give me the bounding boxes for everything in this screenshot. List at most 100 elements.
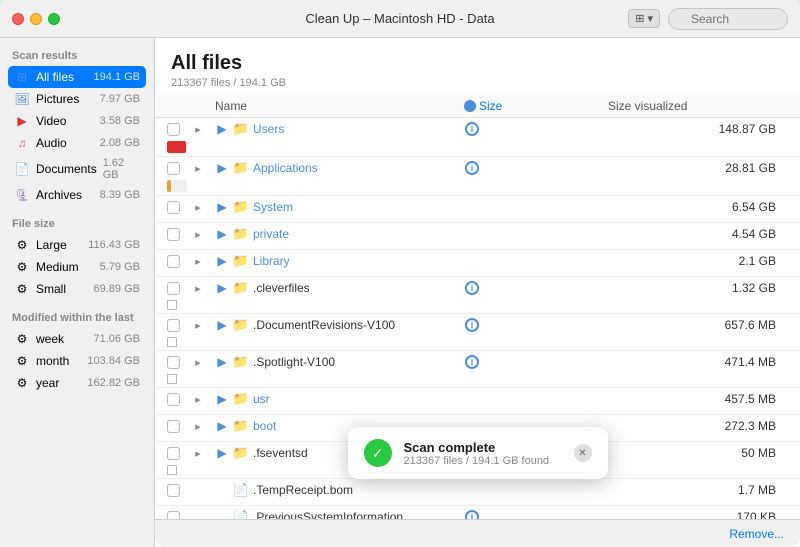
size-bar-empty: [167, 374, 177, 384]
table-row[interactable]: ▶ 📁 Library 2.1 GB: [155, 250, 800, 277]
grid-icon: ⊞: [635, 12, 644, 25]
expand-button[interactable]: [191, 318, 205, 332]
expand-button[interactable]: [191, 122, 205, 136]
sidebar-item-year[interactable]: ⚙ year 162.82 GB: [8, 372, 146, 394]
row-checkbox[interactable]: [167, 162, 180, 175]
traffic-lights: [12, 13, 60, 25]
header-size-col[interactable]: Size: [464, 99, 604, 113]
table-row[interactable]: ▶ 📁 private 4.54 GB: [155, 223, 800, 250]
maximize-button[interactable]: [48, 13, 60, 25]
sidebar-item-archives[interactable]: 🗜 Archives 8.39 GB: [8, 184, 146, 206]
toast-close-button[interactable]: ✕: [574, 444, 592, 462]
audio-icon: ♫: [14, 135, 30, 151]
sidebar-item-small[interactable]: ⚙ Small 69.89 GB: [8, 278, 146, 300]
file-size-value: 657.6 MB: [608, 318, 788, 332]
main-layout: Scan results ⊞ All files 194.1 GB 🖼 Pict…: [0, 38, 800, 547]
file-name-label: .DocumentRevisions-V100: [253, 318, 395, 332]
large-size: 116.43 GB: [88, 239, 140, 251]
file-size-value: 6.54 GB: [608, 200, 788, 214]
row-checkbox[interactable]: [167, 123, 180, 136]
sidebar-item-month[interactable]: ⚙ month 103.84 GB: [8, 350, 146, 372]
content-header: All files 213367 files / 194.1 GB: [155, 38, 800, 95]
search-input[interactable]: [668, 8, 788, 30]
info-button[interactable]: i: [464, 280, 480, 296]
sidebar-item-large[interactable]: ⚙ Large 116.43 GB: [8, 234, 146, 256]
all-files-size: 194.1 GB: [94, 71, 140, 83]
table-row[interactable]: ▶ 📁 .DocumentRevisions-V100 i 657.6 MB: [155, 314, 800, 351]
toast-success-icon: ✓: [364, 439, 392, 467]
row-checkbox[interactable]: [167, 201, 180, 214]
sidebar-item-medium[interactable]: ⚙ Medium 5.79 GB: [8, 256, 146, 278]
row-name: ▶ 📁 usr: [215, 392, 460, 406]
file-type-icon: [215, 483, 229, 497]
table-row[interactable]: ▶ 📁 Users i 148.87 GB: [155, 118, 800, 157]
chevron-down-icon: ▾: [647, 12, 653, 25]
expand-button[interactable]: [191, 419, 205, 433]
expand-button[interactable]: [191, 392, 205, 406]
table-row[interactable]: ▶ 📁 .Spotlight-V100 i 471.4 MB: [155, 351, 800, 388]
expand-button[interactable]: [191, 446, 205, 460]
info-button[interactable]: i: [464, 317, 480, 333]
row-checkbox[interactable]: [167, 420, 180, 433]
size-bar-cell: [167, 300, 187, 310]
expand-button[interactable]: [191, 200, 205, 214]
info-button[interactable]: i: [464, 509, 480, 519]
file-type-icon: ▶: [215, 122, 229, 136]
video-label: Video: [36, 114, 94, 128]
table-row[interactable]: ▶ 📁 .cleverfiles i 1.32 GB: [155, 277, 800, 314]
file-size-value: 28.81 GB: [608, 161, 788, 175]
size-radio-icon: [464, 100, 476, 112]
remove-button[interactable]: Remove...: [729, 527, 784, 541]
table-row[interactable]: 📄 .PreviousSystemInformation i 170 KB: [155, 506, 800, 519]
size-bar-cell: [167, 180, 187, 192]
row-checkbox[interactable]: [167, 484, 180, 497]
row-name: 📄 .TempReceipt.bom: [215, 483, 460, 497]
table-row[interactable]: ▶ 📁 System 6.54 GB: [155, 196, 800, 223]
file-type-icon: ▶: [215, 161, 229, 175]
row-checkbox[interactable]: [167, 447, 180, 460]
titlebar-right: ⊞ ▾ 🔍: [628, 8, 788, 30]
info-button[interactable]: i: [464, 354, 480, 370]
expand-button[interactable]: [191, 281, 205, 295]
info-button[interactable]: i: [464, 121, 480, 137]
sidebar-item-pictures[interactable]: 🖼 Pictures 7.97 GB: [8, 88, 146, 110]
minimize-button[interactable]: [30, 13, 42, 25]
expand-button[interactable]: [191, 355, 205, 369]
file-size-value: 1.32 GB: [608, 281, 788, 295]
info-icon: i: [465, 355, 479, 369]
table-row[interactable]: ▶ 📁 usr 457.5 MB: [155, 388, 800, 415]
year-size: 162.82 GB: [87, 377, 140, 389]
row-checkbox[interactable]: [167, 255, 180, 268]
view-toggle-button[interactable]: ⊞ ▾: [628, 9, 660, 28]
expand-button[interactable]: [191, 254, 205, 268]
expand-button[interactable]: [191, 161, 205, 175]
sidebar-item-all-files[interactable]: ⊞ All files 194.1 GB: [8, 66, 146, 88]
file-name-label: usr: [253, 392, 270, 406]
table-row[interactable]: ▶ 📁 Applications i 28.81 GB: [155, 157, 800, 196]
row-checkbox[interactable]: [167, 228, 180, 241]
search-wrapper: 🔍: [668, 8, 788, 30]
row-checkbox[interactable]: [167, 319, 180, 332]
table-header: Name Size Size visualized: [155, 95, 800, 118]
archives-label: Archives: [36, 188, 94, 202]
info-button[interactable]: i: [464, 160, 480, 176]
year-label: year: [36, 376, 81, 390]
row-name: ▶ 📁 System: [215, 200, 460, 214]
table-row[interactable]: 📄 .TempReceipt.bom 1.7 MB: [155, 479, 800, 506]
audio-size: 2.08 GB: [100, 137, 140, 149]
row-name: 📄 .PreviousSystemInformation: [215, 510, 460, 519]
sidebar-item-video[interactable]: ▶ Video 3.58 GB: [8, 110, 146, 132]
row-checkbox[interactable]: [167, 511, 180, 520]
row-checkbox[interactable]: [167, 282, 180, 295]
toast-content: Scan complete 213367 files / 194.1 GB fo…: [404, 440, 550, 467]
sidebar-item-audio[interactable]: ♫ Audio 2.08 GB: [8, 132, 146, 154]
sidebar-item-documents[interactable]: 📄 Documents 1.62 GB: [8, 154, 146, 184]
row-name: ▶ 📁 private: [215, 227, 460, 241]
sidebar-item-week[interactable]: ⚙ week 71.06 GB: [8, 328, 146, 350]
expand-button[interactable]: [191, 227, 205, 241]
size-bar-empty: [167, 337, 177, 347]
close-button[interactable]: [12, 13, 24, 25]
header-name-col: Name: [215, 99, 460, 113]
row-checkbox[interactable]: [167, 393, 180, 406]
row-checkbox[interactable]: [167, 356, 180, 369]
